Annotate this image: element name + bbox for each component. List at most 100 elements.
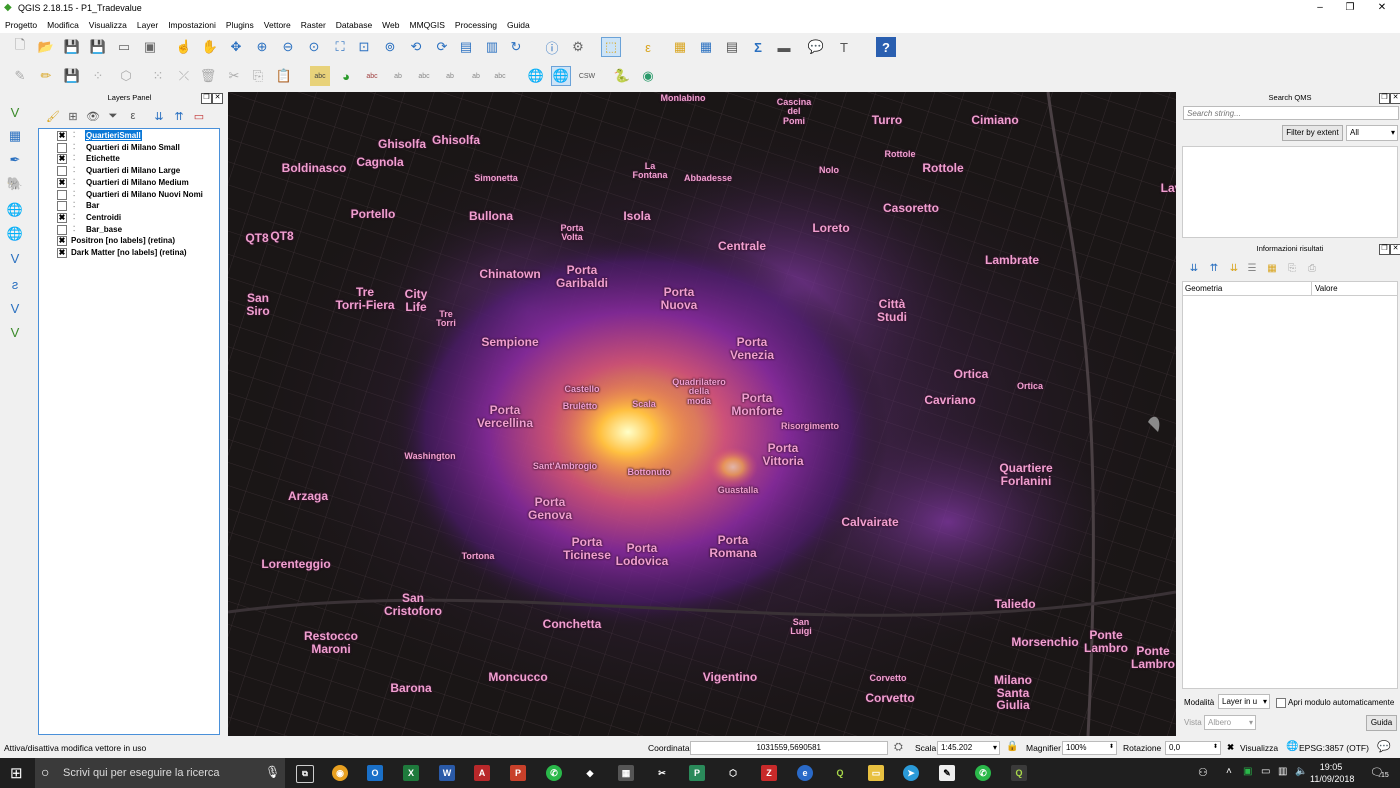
pan-to-selection-icon[interactable]: ✥ — [226, 37, 246, 57]
crs-globe-icon[interactable]: 🌐 — [1286, 741, 1298, 752]
save-edits-icon[interactable]: 💾 — [62, 66, 82, 86]
float-panel-icon[interactable]: ❐ — [201, 93, 212, 104]
zoom-out-icon[interactable]: ⊖ — [278, 37, 298, 57]
excel-icon[interactable]: X — [403, 765, 419, 781]
zoom-last-icon[interactable]: ⟲ — [406, 37, 426, 57]
expand-new-icon[interactable]: ⇊ — [1224, 258, 1244, 278]
layer-row[interactable]: ⁚ Quartieri di Milano Small — [41, 142, 217, 153]
expand-tree-icon[interactable]: ⇊ — [1184, 258, 1204, 278]
filter-select[interactable]: All ▾ — [1346, 125, 1398, 141]
touch-icon[interactable]: ☝ — [174, 37, 194, 57]
menu-mmqgis[interactable]: MMQGIS — [405, 17, 450, 33]
mode-select[interactable]: Layer in u ▾ — [1218, 694, 1270, 709]
clock-time[interactable]: 19:05 — [1312, 762, 1350, 772]
taskbar-search-box[interactable]: ○ Scrivi qui per eseguire la ricerca 🎙 — [35, 758, 285, 788]
qgis-desktop-icon[interactable]: Q — [832, 765, 848, 781]
text-annotation-icon[interactable]: T — [834, 37, 854, 57]
edge-icon[interactable]: e — [797, 765, 813, 781]
layer-visibility-checkbox[interactable] — [57, 166, 67, 177]
collapse-tree-icon[interactable]: ⇈ — [1204, 258, 1224, 278]
layer-visibility-checkbox[interactable]: ✖ — [57, 131, 67, 141]
paste-features-icon[interactable]: 📋 — [274, 66, 294, 86]
menu-vettore[interactable]: Vettore — [259, 17, 296, 33]
csw-icon[interactable]: CSW — [577, 66, 597, 86]
manage-visibility-icon[interactable]: 👁 — [83, 106, 103, 126]
move-label-icon[interactable]: abc — [414, 66, 434, 86]
change-label-icon[interactable]: ab — [466, 66, 486, 86]
notepad-icon[interactable]: ✎ — [939, 765, 955, 781]
help-icon[interactable]: ? — [876, 37, 896, 57]
file-explorer-icon[interactable]: ▭ — [868, 765, 884, 781]
run-action-icon[interactable]: ⚙ — [568, 37, 588, 57]
plugin-globe-icon[interactable]: ◉ — [638, 66, 658, 86]
add-wms-icon[interactable]: 🌐 — [5, 200, 25, 220]
field-calculator-icon[interactable]: ▤ — [722, 37, 742, 57]
layer-visibility-checkbox[interactable]: ✖ — [57, 236, 67, 247]
render-checkbox-mark[interactable]: ✖ — [1227, 742, 1234, 753]
layer-visibility-checkbox[interactable] — [57, 224, 67, 235]
diagram-icon[interactable]: ◕ — [336, 66, 356, 86]
filter-legend-icon[interactable]: ⏷ — [103, 106, 123, 126]
menu-guida[interactable]: Guida — [502, 17, 535, 33]
save-project-icon[interactable]: 💾 — [62, 37, 82, 57]
new-shapefile-icon[interactable]: V — [5, 322, 25, 342]
refresh-icon[interactable]: ↻ — [506, 37, 526, 57]
add-wfs-icon[interactable]: V — [5, 248, 25, 268]
telegram-icon[interactable]: ➤ — [903, 765, 919, 781]
network-icon[interactable]: ▥ — [1278, 766, 1287, 777]
dropbox-icon[interactable]: ◆ — [582, 765, 598, 781]
save-as-icon[interactable]: 💾 — [88, 37, 108, 57]
view-select[interactable]: Albero ▾ — [1204, 715, 1256, 730]
geometry-column-header[interactable]: Geometria — [1183, 282, 1312, 296]
tray-app-icon[interactable]: ▣ — [1243, 766, 1252, 777]
layer-visibility-checkbox[interactable]: ✖ — [57, 248, 67, 258]
auto-open-checkbox[interactable] — [1276, 698, 1286, 708]
add-spatialite-icon[interactable]: ✒ — [5, 150, 25, 170]
layer-row[interactable]: ✖ ⁚ QuartieriSmall — [41, 130, 217, 141]
close-qms-icon[interactable]: ✕ — [1390, 93, 1400, 104]
tray-chevron-icon[interactable]: ˄ — [1226, 766, 1232, 777]
add-vector-layer-icon[interactable]: V — [5, 102, 25, 122]
composer-manager-icon[interactable]: ▣ — [140, 37, 160, 57]
select-by-expression-icon[interactable]: ε — [638, 37, 658, 57]
qms-icon[interactable]: 🌐 — [526, 66, 546, 86]
filter-expression-icon[interactable]: ε — [123, 106, 143, 126]
layer-visibility-checkbox[interactable] — [57, 189, 67, 200]
show-hide-labels-icon[interactable]: ab — [388, 66, 408, 86]
add-virtual-layer-icon[interactable]: V — [5, 298, 25, 318]
layer-row[interactable]: ⁚ Bar_base — [41, 224, 217, 235]
zoom-selection-icon[interactable]: ⊡ — [354, 37, 374, 57]
copy-result-icon[interactable]: ⎘ — [1282, 258, 1302, 278]
menu-web[interactable]: Web — [377, 17, 404, 33]
statistics-icon[interactable]: Σ — [748, 37, 768, 57]
layer-visibility-checkbox[interactable] — [57, 201, 67, 212]
people-icon[interactable]: ⚇ — [1198, 766, 1208, 779]
zoom-next-icon[interactable]: ⟳ — [432, 37, 452, 57]
qms-results-list[interactable] — [1182, 146, 1398, 238]
add-group-icon[interactable]: ⊞ — [63, 106, 83, 126]
whatsapp-desktop-icon[interactable]: ✆ — [975, 765, 991, 781]
menu-impostazioni[interactable]: Impostazioni — [163, 17, 221, 33]
search-qms-icon[interactable]: 🌐 — [551, 66, 571, 86]
remove-layer-icon[interactable]: ▭ — [189, 106, 209, 126]
add-feature-icon[interactable]: ⁘ — [88, 66, 108, 86]
label-properties-icon[interactable]: abc — [490, 66, 510, 86]
add-wcs-icon[interactable]: 🌐 — [5, 224, 25, 244]
collapse-all-icon[interactable]: ⇈ — [169, 106, 189, 126]
zoom-layer-icon[interactable]: ⊚ — [380, 37, 400, 57]
add-raster-layer-icon[interactable]: ▦ — [5, 126, 25, 146]
cut-features-icon[interactable]: ✂ — [224, 66, 244, 86]
minimize-button[interactable]: – — [1304, 0, 1336, 17]
layer-row[interactable]: ⁚ Quartieri di Milano Nuovi Nomi — [41, 189, 217, 200]
layer-visibility-checkbox[interactable]: ✖ — [57, 154, 67, 165]
identify-icon[interactable]: ⓘ — [542, 37, 562, 57]
deselect-icon[interactable]: ▦ — [670, 37, 690, 57]
layer-style-icon[interactable]: 🖌 — [43, 106, 63, 126]
attribute-table-icon[interactable]: ▦ — [696, 37, 716, 57]
close-panel-icon[interactable]: ✕ — [212, 93, 223, 104]
menu-modifica[interactable]: Modifica — [42, 17, 84, 33]
copy-features-icon[interactable]: ⎘ — [248, 66, 268, 86]
map-canvas[interactable]: Monlabino Cascina del Pomi Turro Cimiano Ghi… — [228, 92, 1176, 736]
pin-labels-icon[interactable]: abc — [362, 66, 382, 86]
volume-icon[interactable]: 🔈 — [1295, 766, 1307, 777]
